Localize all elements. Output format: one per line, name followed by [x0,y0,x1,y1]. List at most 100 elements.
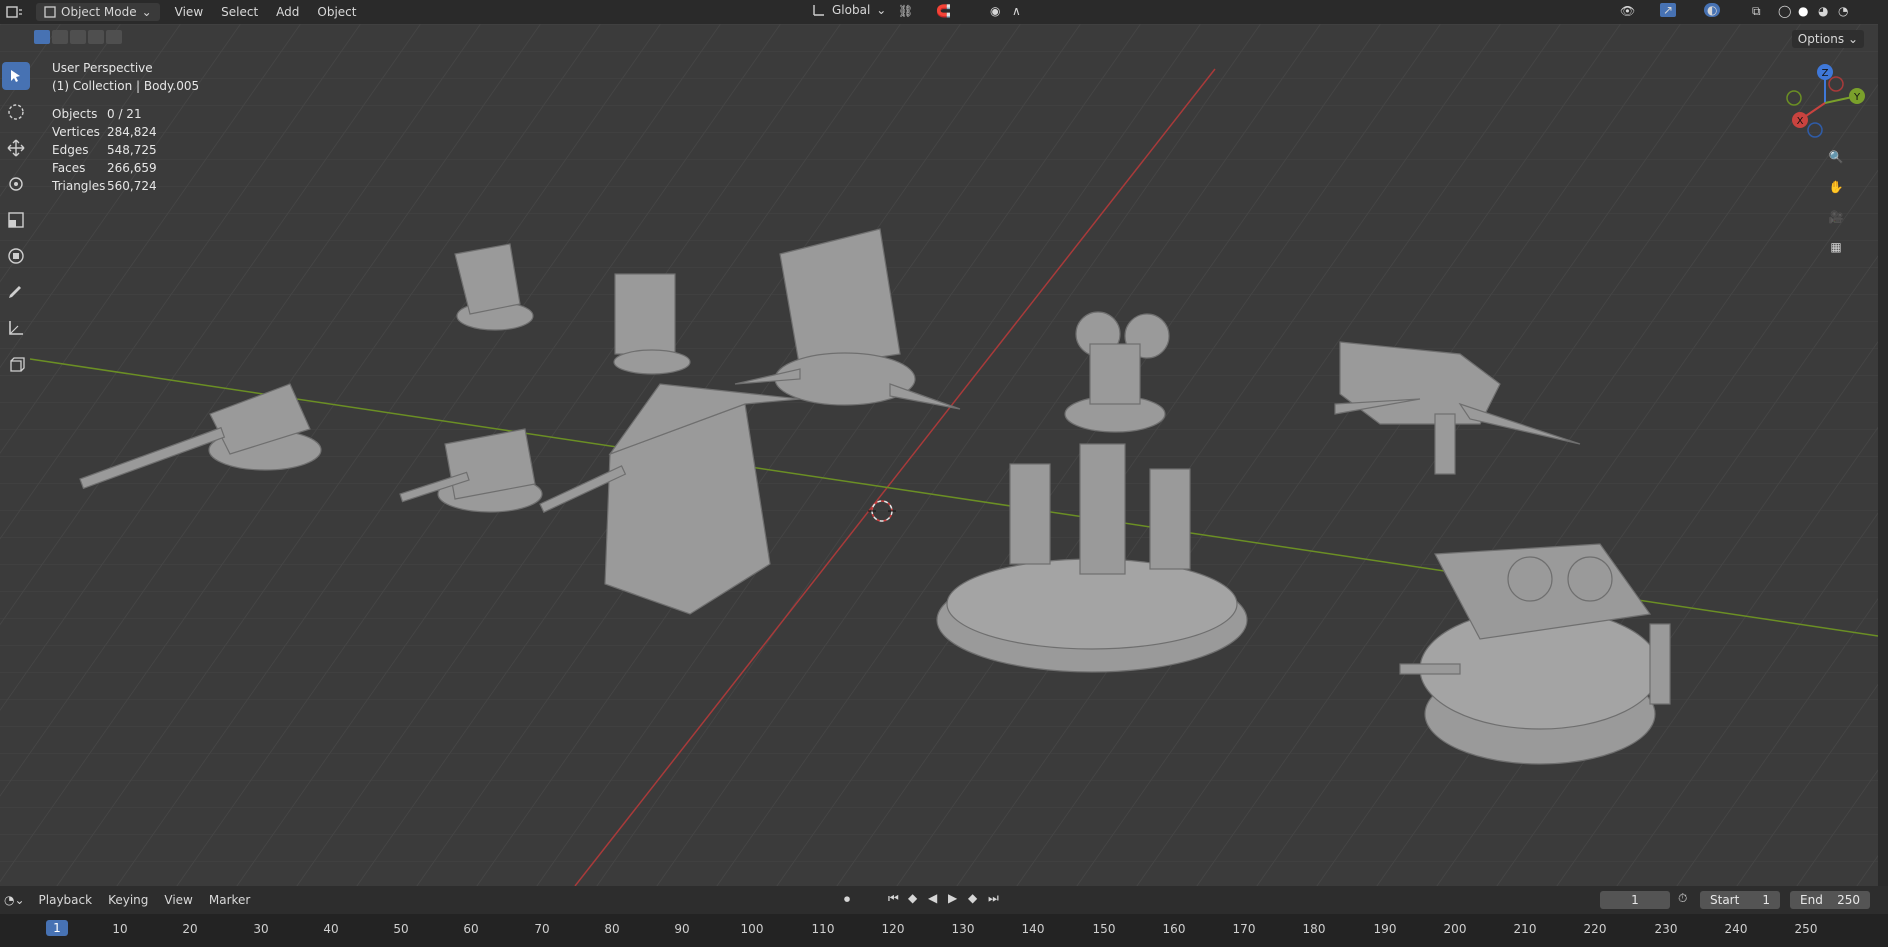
select-subtract-icon[interactable] [70,30,86,44]
select-difference-icon[interactable] [88,30,104,44]
record-icon[interactable]: ⏺ [844,892,850,907]
play-reverse-icon[interactable]: ◀ [928,891,937,905]
annotate-tool[interactable] [2,278,30,306]
view-navigation: 🔍 ✋ 🎥 ▦ [1824,145,1852,265]
ruler-tick: 120 [881,922,905,936]
ruler-tick: 170 [1232,922,1256,936]
overlay-icon[interactable]: ◐ [1704,3,1721,17]
toolbar [2,62,32,386]
select-box-tool[interactable] [2,62,30,90]
ruler-tick: 90 [674,922,690,936]
stat-row: Edges 548,725 [52,141,157,159]
scale-tool[interactable] [2,206,30,234]
move-tool[interactable] [2,134,30,162]
ruler-tick: 10 [112,922,128,936]
zoom-icon[interactable]: 🔍 [1824,145,1848,169]
options-dropdown[interactable]: Options ⌄ [1791,30,1864,48]
frame-ruler[interactable]: 1 10 20 30 40 50 60 70 80 90 100 110 120… [0,914,1888,947]
rotate-tool[interactable] [2,170,30,198]
menu-marker[interactable]: Marker [201,893,258,907]
chevron-down-icon: ⌄ [1847,32,1858,46]
gizmo-toggle-icon[interactable]: ↗ [1660,3,1677,17]
3d-viewport[interactable]: Options ⌄ User Perspective (1) Collectio… [0,24,1878,886]
gizmo-y-label: Y [1853,92,1861,103]
ruler-tick: 200 [1443,922,1467,936]
start-value: 1 [1762,893,1770,907]
solid-shading-icon[interactable]: ● [1798,4,1808,18]
jump-start-icon[interactable]: ⏮ [888,891,899,906]
stat-label: Triangles [52,179,106,193]
ruler-tick: 250 [1794,922,1818,936]
header-bar: Object Mode ⌄ View Select Add Object Glo… [0,0,1888,24]
scene-statistics: Objects 0 / 21 Vertices 284,824 Edges 548,7… [52,105,157,195]
ruler-tick: 80 [604,922,620,936]
add-cube-tool[interactable] [2,350,30,378]
stat-value: 0 / 21 [107,107,142,121]
camera-icon[interactable]: 🎥 [1824,205,1848,229]
select-intersect-icon[interactable] [106,30,122,44]
stat-value: 284,824 [107,125,157,139]
menu-select[interactable]: Select [212,5,267,19]
pencil-icon [9,286,21,298]
mode-selector[interactable]: Object Mode ⌄ [36,3,160,21]
move-icon [7,139,25,157]
transform-orientation[interactable]: Global ⌄ [812,3,886,17]
ortho-grid-icon[interactable]: ▦ [1824,235,1848,259]
prev-keyframe-icon[interactable]: ◆ [908,891,917,905]
properties-edge [1878,24,1888,886]
play-icon[interactable]: ▶ [948,891,957,905]
snap-icon[interactable]: 🧲 [936,4,951,18]
chevron-down-icon: ⌄ [876,3,887,17]
wireframe-shading-icon[interactable]: ◯ [1778,4,1791,18]
timeline-header: ◔⌄ Playback Keying View Marker ⏺ ⏮ ◆ ◀ ▶… [0,886,1888,914]
stat-label: Faces [52,161,86,175]
ruler-tick: 180 [1302,922,1326,936]
menu-add[interactable]: Add [267,5,308,19]
editor-type-icon[interactable] [6,4,24,20]
current-frame-field[interactable]: 1 [1600,891,1670,909]
stopwatch-icon[interactable]: ⏱ [1678,891,1687,906]
next-keyframe-icon[interactable]: ◆ [968,891,977,905]
ruler-tick: 100 [740,922,764,936]
transform-tool[interactable] [2,242,30,270]
ruler-tick: 130 [951,922,975,936]
select-extend-icon[interactable] [52,30,68,44]
pan-hand-icon[interactable]: ✋ [1824,175,1848,199]
menu-view[interactable]: View [166,5,212,19]
timeline-editor-icon[interactable]: ◔⌄ [0,893,31,907]
chevron-down-icon: ⌄ [141,5,152,19]
falloff-icon[interactable]: ∧ [1012,4,1021,18]
measure-tool[interactable] [2,314,30,342]
jump-end-icon[interactable]: ⏭ [988,891,999,906]
menu-timeline-view[interactable]: View [156,893,200,907]
cube-add-icon [10,357,25,372]
end-label: End [1800,893,1823,907]
menu-playback[interactable]: Playback [31,893,101,907]
orientation-icon [813,5,824,16]
select-new-icon[interactable] [34,30,50,44]
ruler-tick: 240 [1724,922,1748,936]
end-value: 250 [1837,893,1860,907]
playhead[interactable]: 1 [46,920,68,936]
stat-row: Vertices 284,824 [52,123,157,141]
mode-label: Object Mode [61,5,137,19]
proportional-edit-icon[interactable]: ◉ [990,4,1000,18]
material-shading-icon[interactable]: ◕ [1818,4,1828,18]
orientation-label: Global [832,3,871,17]
pivot-icon[interactable]: ⛓ [898,4,913,18]
visibility-icon[interactable]: 👁 [1620,4,1635,18]
menu-object[interactable]: Object [308,5,365,19]
rendered-shading-icon[interactable]: ◔ [1838,4,1848,18]
ruler-tick: 40 [323,922,339,936]
ruler-tick: 110 [811,922,835,936]
rotate-icon [9,177,23,191]
menu-keying[interactable]: Keying [100,893,156,907]
cursor-tool[interactable] [2,98,30,126]
navigation-gizmo[interactable]: Z Y X [1780,58,1870,148]
start-frame-field[interactable]: Start 1 [1700,891,1780,909]
xray-icon[interactable]: ⧉ [1752,4,1761,19]
end-frame-field[interactable]: End 250 [1790,891,1870,909]
ruler-tick: 140 [1021,922,1045,936]
gizmo-x-label: X [1797,116,1804,127]
options-label: Options [1797,32,1845,46]
